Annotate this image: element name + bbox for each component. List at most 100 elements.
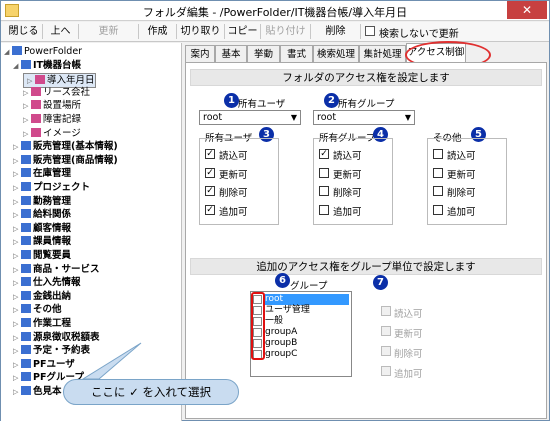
- expand-triangle-icon[interactable]: ▷: [13, 264, 21, 276]
- tree-item[interactable]: ▷ 給料関係: [13, 209, 71, 221]
- expand-triangle-icon[interactable]: ▷: [23, 114, 31, 126]
- expand-triangle-icon[interactable]: ▷: [23, 87, 31, 99]
- expand-triangle-icon[interactable]: ▷: [13, 223, 21, 235]
- no-search-update-checkbox[interactable]: [365, 26, 375, 36]
- perm-group-box: 読込可 更新可 削除可 追加可: [427, 138, 507, 225]
- group-perm-checkbox[interactable]: [381, 366, 391, 376]
- perm-checkbox[interactable]: [319, 186, 329, 196]
- owner-group-value: root: [317, 112, 337, 123]
- expand-triangle-icon[interactable]: ▷: [23, 128, 31, 140]
- group-name: ユーザ管理: [265, 305, 310, 315]
- tree-item[interactable]: ▷ 勤務管理: [13, 195, 71, 208]
- delete-button[interactable]: 削除: [311, 24, 361, 39]
- cut-button[interactable]: 切り取り: [177, 24, 225, 39]
- perm-checkbox[interactable]: [319, 204, 329, 215]
- group-list-item[interactable]: groupA: [253, 327, 349, 338]
- paste-button[interactable]: 貼り付け: [261, 24, 311, 39]
- group-list-item[interactable]: groupC: [253, 349, 349, 360]
- perm-checkbox[interactable]: ✓: [205, 186, 215, 196]
- group-list-item[interactable]: ユーザ管理: [253, 305, 349, 316]
- copy-button[interactable]: コピー: [225, 24, 261, 39]
- owner-user-value: root: [203, 112, 223, 123]
- group-list[interactable]: root ユーザ管理 一般 groupA groupB groupC: [250, 291, 352, 377]
- expand-triangle-icon[interactable]: ▷: [13, 141, 21, 153]
- expand-triangle-icon[interactable]: ▷: [13, 345, 21, 357]
- perm-checkbox[interactable]: ✓: [205, 167, 215, 178]
- tree-item[interactable]: ▷ 閲覧要員: [13, 250, 71, 262]
- expand-triangle-icon[interactable]: ▷: [13, 304, 21, 316]
- expand-triangle-icon[interactable]: ▷: [13, 236, 21, 248]
- close-button[interactable]: ✕: [507, 1, 547, 19]
- tree-item[interactable]: ▷ 仕入先情報: [13, 277, 81, 289]
- tab-2[interactable]: 挙動: [247, 45, 280, 63]
- tree-item[interactable]: ▷ PFユーザ: [13, 358, 75, 371]
- perm-checkbox-label: 追加可: [333, 206, 362, 218]
- close-toolbar-button[interactable]: 閉じる: [5, 24, 43, 39]
- expand-triangle-icon[interactable]: ▷: [13, 182, 21, 194]
- expand-triangle-icon[interactable]: ▷: [13, 277, 21, 289]
- tree-item-label: 作業工程: [33, 318, 72, 329]
- tree-item[interactable]: ▷ イメージ: [23, 127, 81, 140]
- owner-group-select[interactable]: root ▼: [313, 110, 415, 125]
- expand-triangle-icon[interactable]: ▷: [13, 332, 21, 344]
- expand-triangle-icon[interactable]: ▷: [13, 359, 21, 371]
- group-name: root: [265, 294, 349, 305]
- perm-checkbox[interactable]: ✓: [205, 149, 215, 159]
- tab-1[interactable]: 基本: [215, 45, 247, 63]
- tree-item[interactable]: ◢ IT機器台帳: [13, 59, 81, 72]
- group-perm-checkbox[interactable]: [381, 306, 391, 316]
- perm-checkbox-label: 追加可: [219, 206, 248, 218]
- expand-triangle-icon[interactable]: ▷: [13, 196, 21, 208]
- tree-item[interactable]: ▷ 商品・サービス: [13, 263, 100, 276]
- perm-checkbox[interactable]: [433, 167, 443, 178]
- tree-item[interactable]: ▷ 作業工程: [13, 318, 71, 330]
- expand-triangle-icon[interactable]: ▷: [13, 291, 21, 303]
- tree-item[interactable]: ▷ 販売管理(基本情報): [13, 141, 118, 153]
- group-list-item[interactable]: groupB: [253, 338, 349, 349]
- perm-checkbox[interactable]: [433, 186, 443, 196]
- expand-triangle-icon[interactable]: ▷: [13, 318, 21, 330]
- tab-0[interactable]: 案内: [185, 45, 215, 63]
- create-button[interactable]: 作成: [139, 24, 177, 39]
- group-perm-checkbox[interactable]: [381, 346, 391, 356]
- tree-item[interactable]: ▷ 金銭出納: [13, 290, 71, 303]
- perm-checkbox[interactable]: [433, 149, 443, 159]
- up-button[interactable]: 上へ: [43, 24, 79, 39]
- tree-item[interactable]: ▷ 課員情報: [13, 236, 71, 248]
- expand-triangle-icon[interactable]: ▷: [13, 168, 21, 180]
- expand-triangle-icon[interactable]: ◢: [13, 60, 21, 72]
- expand-triangle-icon[interactable]: ▷: [23, 100, 31, 112]
- tree-item[interactable]: ▷ 在庫管理: [13, 168, 71, 180]
- tab-3[interactable]: 書式: [280, 45, 313, 63]
- update-button[interactable]: 更新: [79, 24, 139, 39]
- group-perm-checkbox[interactable]: [381, 326, 391, 336]
- group-name: groupA: [265, 327, 298, 337]
- tree-item[interactable]: ▷ 顧客情報: [13, 222, 71, 235]
- expand-triangle-icon[interactable]: ▷: [13, 209, 21, 221]
- tree-item[interactable]: ▷ その他: [13, 304, 62, 316]
- group-list-item[interactable]: 一般: [253, 316, 349, 327]
- perm-checkbox[interactable]: ✓: [319, 149, 329, 159]
- group-list-item[interactable]: root: [253, 294, 349, 305]
- expand-triangle-icon[interactable]: ▷: [13, 250, 21, 262]
- tree-item[interactable]: ▷ 色見本: [13, 386, 62, 398]
- owner-user-select[interactable]: root ▼: [199, 110, 301, 125]
- expand-triangle-icon[interactable]: ▷: [13, 372, 21, 384]
- perm-checkbox[interactable]: [433, 204, 443, 215]
- perm-checkbox[interactable]: [319, 167, 329, 178]
- tab-5[interactable]: 集計処理: [359, 45, 406, 63]
- tree-item[interactable]: ▷ 障害記録: [23, 114, 81, 126]
- tree-item[interactable]: ▷ 販売管理(商品情報): [13, 154, 118, 167]
- tree-item[interactable]: ▷ プロジェクト: [13, 182, 90, 194]
- expand-triangle-icon[interactable]: ▷: [13, 155, 21, 167]
- tab-4[interactable]: 検索処理: [313, 45, 359, 63]
- tree-item-label: 在庫管理: [33, 168, 72, 180]
- perm-checkbox[interactable]: ✓: [205, 204, 215, 215]
- folder-icon: [21, 154, 31, 164]
- expand-triangle-icon[interactable]: ◢: [4, 46, 12, 58]
- perm-checkbox-label: 読込可: [447, 151, 476, 162]
- expand-triangle-icon[interactable]: ▷: [13, 386, 21, 398]
- tree-item[interactable]: ▷ 設置場所: [23, 100, 81, 112]
- tree-item[interactable]: ◢ PowerFolder: [4, 46, 82, 58]
- tree-item[interactable]: ▷ リース会社: [23, 86, 90, 99]
